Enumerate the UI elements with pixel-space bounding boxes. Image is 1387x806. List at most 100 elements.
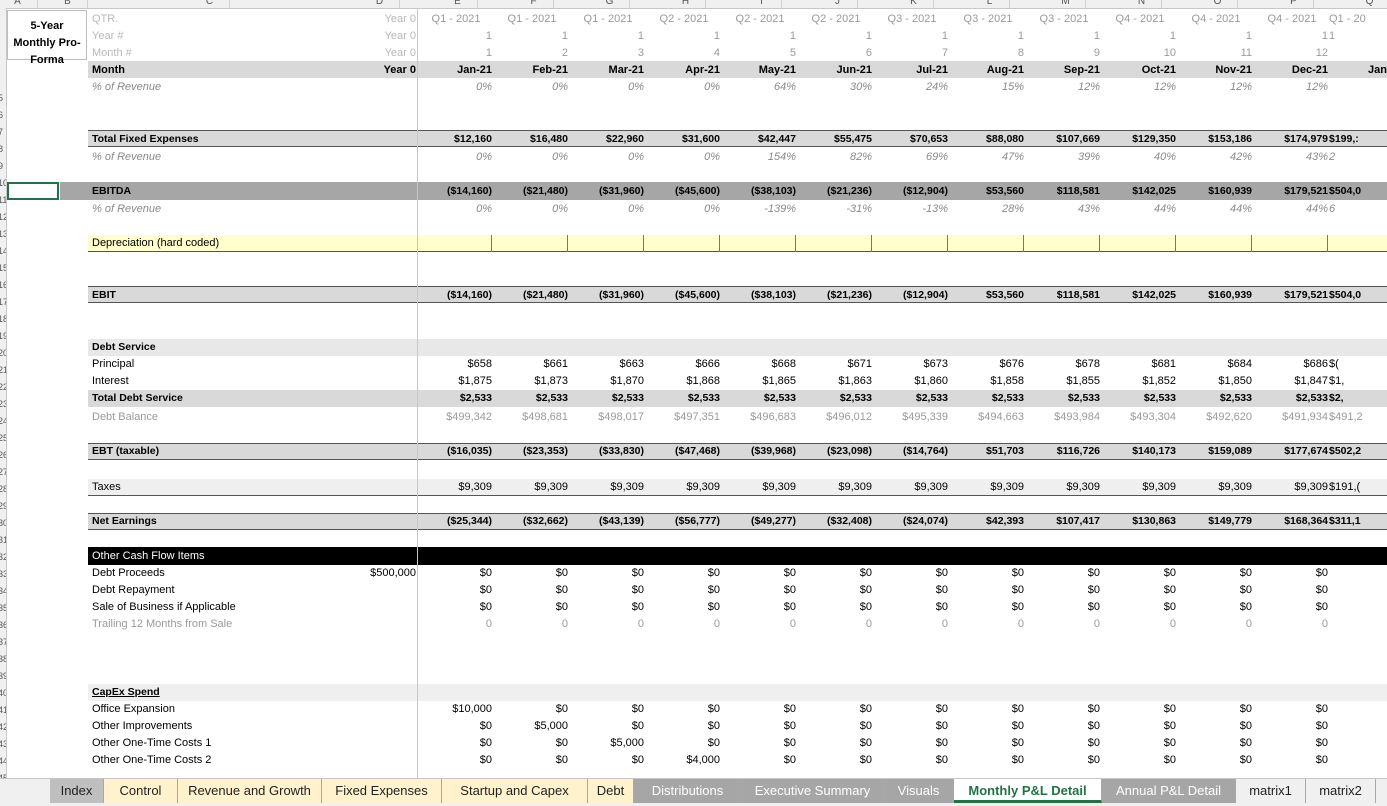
principal-cell[interactable]: $668 — [724, 356, 796, 372]
row-header[interactable]: 32 — [0, 549, 6, 565]
sheet-tab-control[interactable]: Control — [104, 779, 178, 803]
row-header[interactable]: 17 — [0, 294, 6, 310]
month-cell[interactable]: Jan-21 — [420, 62, 492, 78]
debt-repayment-cell[interactable]: $0 — [648, 582, 720, 598]
debt-proceeds-cell[interactable]: $0 — [1104, 565, 1176, 581]
principal-cell[interactable]: $678 — [1028, 356, 1100, 372]
column-header-j[interactable]: J — [818, 0, 858, 8]
row-header[interactable]: 19 — [0, 328, 6, 344]
net-earnings-cell[interactable]: $42,393 — [952, 513, 1024, 529]
column-header-c[interactable]: C — [190, 0, 230, 8]
net-earnings-cell[interactable]: ($32,662) — [496, 513, 568, 529]
principal-cell[interactable]: $684 — [1180, 356, 1252, 372]
one-time-2-cell[interactable]: $0 — [876, 752, 948, 768]
ebt-cell[interactable]: ($16,035) — [420, 443, 492, 459]
debt-repayment-cell[interactable]: $0 — [952, 582, 1024, 598]
year-cell[interactable]: 1 — [1256, 28, 1328, 44]
office-exp-cell[interactable]: $0 — [1180, 701, 1252, 717]
sale-business-cell[interactable]: $0 — [648, 599, 720, 615]
one-time-2-cell[interactable]: $0 — [1028, 752, 1100, 768]
total-fixed-cell[interactable]: $107,669 — [1028, 131, 1100, 147]
debt-balance-cell[interactable]: $494,663 — [952, 409, 1024, 425]
month-cell[interactable]: Dec-21 — [1256, 62, 1328, 78]
other-impr-cell[interactable]: $5,000 — [496, 718, 568, 734]
one-time-1-cell[interactable]: $0 — [1256, 735, 1328, 751]
ebit-cell[interactable]: $179,521 — [1256, 287, 1328, 303]
office-exp-cell[interactable]: $10,000 — [420, 701, 492, 717]
ebit-cell[interactable]: $118,581 — [1028, 287, 1100, 303]
month-cell[interactable]: Jun-21 — [800, 62, 872, 78]
total-fixed-cell[interactable]: $70,653 — [876, 131, 948, 147]
ebitda-cell[interactable]: $118,581 — [1028, 183, 1100, 199]
principal-cell[interactable]: $681 — [1104, 356, 1176, 372]
total-fixed-cell[interactable]: $16,480 — [496, 131, 568, 147]
depreciation-input-cell[interactable] — [872, 235, 948, 252]
trailing-cell[interactable]: 0 — [800, 616, 872, 632]
debt-proceeds-cell[interactable]: $0 — [1180, 565, 1252, 581]
other-impr-label[interactable]: Other Improvements — [92, 718, 412, 734]
pct-revenue-2-cell[interactable]: 0% — [420, 149, 492, 165]
one-time-1-cell[interactable]: $5,000 — [572, 735, 644, 751]
total-debt-cell[interactable]: $2,533 — [724, 390, 796, 406]
year-cell[interactable]: 1 — [1104, 28, 1176, 44]
debt-proceeds-cell[interactable]: $0 — [420, 565, 492, 581]
sale-business-cell[interactable]: $0 — [876, 599, 948, 615]
sale-business-cell[interactable]: $0 — [420, 599, 492, 615]
pct-revenue-2-cell[interactable]: 39% — [1028, 149, 1100, 165]
depreciation-input-cell[interactable] — [416, 235, 492, 252]
office-exp-cell[interactable]: $0 — [1028, 701, 1100, 717]
pct-revenue-3-cell[interactable]: 43% — [1028, 201, 1100, 217]
month-num-cell[interactable]: 4 — [648, 45, 720, 61]
depreciation-input-cell[interactable] — [1100, 235, 1176, 252]
total-debt-cell[interactable]: $2,533 — [1256, 390, 1328, 406]
depreciation-input-cell[interactable] — [948, 235, 1024, 252]
trailing-cell[interactable]: 0 — [1028, 616, 1100, 632]
debt-repayment-cell[interactable]: $0 — [876, 582, 948, 598]
row-header[interactable]: 43 — [0, 736, 6, 752]
interest-label[interactable]: Interest — [92, 373, 412, 389]
row-header[interactable]: 7 — [0, 124, 6, 140]
one-time-1-cell[interactable]: $0 — [420, 735, 492, 751]
sheet-tab-visuals[interactable]: Visuals — [884, 779, 954, 803]
ebt-cell[interactable]: ($14,764) — [876, 443, 948, 459]
ebt-cell[interactable]: $177,674 — [1256, 443, 1328, 459]
sale-business-cell[interactable]: $0 — [496, 599, 568, 615]
trailing-cell[interactable]: 0 — [496, 616, 568, 632]
one-time-1-cell[interactable]: $0 — [724, 735, 796, 751]
row-header[interactable]: 20 — [0, 345, 6, 361]
one-time-2-cell[interactable]: $0 — [1104, 752, 1176, 768]
office-exp-cell[interactable]: $0 — [952, 701, 1024, 717]
qtr-cell[interactable]: Q1 - 2021 — [572, 11, 644, 27]
month-num-cell[interactable]: 3 — [572, 45, 644, 61]
total-fixed-cell[interactable]: $12,160 — [420, 131, 492, 147]
debt-repayment-cell[interactable]: $0 — [1028, 582, 1100, 598]
sale-business-cell[interactable]: $0 — [1104, 599, 1176, 615]
pct-revenue-2-cell[interactable]: 0% — [572, 149, 644, 165]
interest-cell[interactable]: $1,858 — [952, 373, 1024, 389]
trailing-cell[interactable]: 0 — [952, 616, 1024, 632]
debt-repayment-cell[interactable]: $0 — [1180, 582, 1252, 598]
debt-balance-cell[interactable]: $497,351 — [648, 409, 720, 425]
debt-balance-cell[interactable]: $496,683 — [724, 409, 796, 425]
ebt-cell[interactable]: $502,2 — [1329, 443, 1387, 459]
ebitda-cell[interactable]: $53,560 — [952, 183, 1024, 199]
debt-balance-cell[interactable]: $496,012 — [800, 409, 872, 425]
office-exp-label[interactable]: Office Expansion — [92, 701, 412, 717]
office-exp-cell[interactable]: $0 — [800, 701, 872, 717]
column-header-a[interactable]: A — [0, 0, 38, 8]
pct-revenue-2-cell[interactable]: 47% — [952, 149, 1024, 165]
ebitda-cell[interactable]: ($14,160) — [420, 183, 492, 199]
debt-balance-cell[interactable]: $493,984 — [1028, 409, 1100, 425]
pct-revenue-1-cell[interactable]: 15% — [952, 79, 1024, 95]
sheet-tab-startup-and-capex[interactable]: Startup and Capex — [442, 779, 588, 803]
one-time-2-cell[interactable]: $0 — [496, 752, 568, 768]
pct-revenue-2-cell[interactable]: 40% — [1104, 149, 1176, 165]
month-cell[interactable]: Oct-21 — [1104, 62, 1176, 78]
sheet-tab-matrix1[interactable]: matrix1 — [1236, 779, 1306, 803]
taxes-cell[interactable]: $9,309 — [876, 479, 948, 495]
row-header-bar[interactable]: 5678910111213141516171819202122232425262… — [0, 8, 7, 778]
month-cell[interactable]: Sep-21 — [1028, 62, 1100, 78]
capex-label[interactable]: CapEx Spend — [92, 684, 412, 700]
sale-business-cell[interactable]: $0 — [1028, 599, 1100, 615]
taxes-cell[interactable]: $9,309 — [420, 479, 492, 495]
